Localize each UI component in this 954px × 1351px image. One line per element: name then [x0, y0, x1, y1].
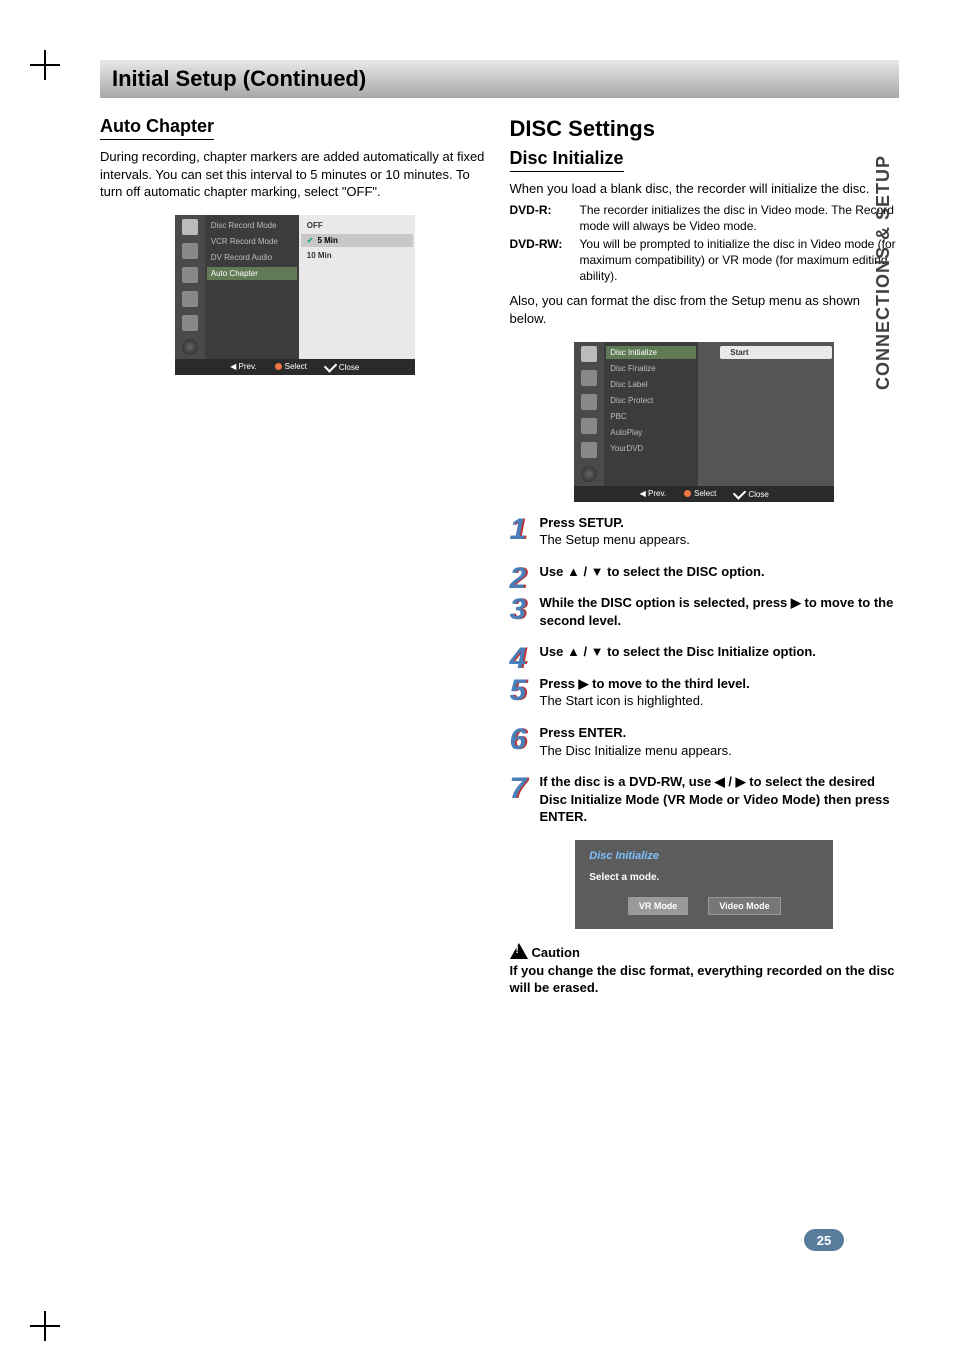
- step-5: Press ▶ to move to the third level.The S…: [510, 675, 900, 710]
- nav-icon-disc: [182, 339, 198, 355]
- check-icon: ✔: [307, 236, 314, 245]
- osd2-icon-column: [574, 342, 604, 486]
- step-3: While the DISC option is selected, press…: [510, 594, 900, 629]
- right-column: DISC Settings Disc Initialize When you l…: [510, 116, 900, 997]
- auto-chapter-heading: Auto Chapter: [100, 116, 214, 140]
- nav-icon-general: [182, 219, 198, 235]
- osd-auto-chapter: Disc Record Mode VCR Record Mode DV Reco…: [175, 215, 415, 375]
- section-title-bar: Initial Setup (Continued): [100, 60, 899, 98]
- nav-icon-record: [581, 442, 597, 458]
- osd2-label-1: Disc Finalize: [606, 362, 696, 375]
- osd1-label-1: VCR Record Mode: [207, 235, 297, 248]
- nav-icon-lock: [581, 418, 597, 434]
- nav-icon-audio: [182, 267, 198, 283]
- osd2-label-0-selected: Disc Initialize: [606, 346, 696, 359]
- dialog-btn-video-mode: Video Mode: [708, 897, 780, 915]
- dialog-title: Disc Initialize: [589, 850, 819, 862]
- auto-chapter-body: During recording, chapter markers are ad…: [100, 148, 490, 201]
- disc-initialize-heading: Disc Initialize: [510, 148, 624, 172]
- def-dvdrw-label: DVD-RW:: [510, 236, 580, 285]
- osd1-value-5min-selected: ✔5 Min: [301, 234, 413, 247]
- osd2-label-3: Disc Protect: [606, 394, 696, 407]
- osd2-label-5: AutoPlay: [606, 426, 696, 439]
- crop-mark-top-left: [30, 50, 60, 80]
- osd2-footer: Prev. Select Close: [574, 486, 834, 502]
- osd2-footer-select: Select: [684, 489, 716, 499]
- nav-icon-general: [581, 346, 597, 362]
- osd1-footer: Prev. Select Close: [175, 359, 415, 375]
- osd2-label-column: Disc Initialize Disc Finalize Disc Label…: [604, 342, 698, 486]
- osd2-footer-prev: Prev.: [640, 489, 666, 499]
- step-7: If the disc is a DVD-RW, use ◀ / ▶ to se…: [510, 773, 900, 826]
- osd2-label-6: YourDVD: [606, 442, 696, 455]
- dialog-message: Select a mode.: [589, 872, 819, 883]
- step-2: Use ▲ / ▼ to select the DISC option.: [510, 563, 900, 581]
- disc-type-definitions: DVD-R: The recorder initializes the disc…: [510, 202, 900, 285]
- osd1-footer-select: Select: [275, 362, 307, 372]
- osd1-value-10min: 10 Min: [301, 249, 413, 262]
- nav-icon-language: [581, 370, 597, 386]
- dialog-btn-vr-mode: VR Mode: [628, 897, 689, 915]
- def-dvdr-text: The recorder initializes the disc in Vid…: [580, 202, 900, 234]
- steps-list: Press SETUP.The Setup menu appears. Use …: [510, 514, 900, 826]
- nav-icon-disc: [581, 466, 597, 482]
- caution-body: If you change the disc format, everythin…: [510, 962, 900, 997]
- side-tab: CONNECTIONS & SETUP: [873, 155, 894, 390]
- osd1-footer-close: Close: [325, 362, 359, 372]
- nav-icon-record: [182, 315, 198, 331]
- osd2-footer-close: Close: [734, 489, 768, 499]
- osd1-value-column: OFF ✔5 Min 10 Min: [299, 215, 415, 359]
- disc-initialize-intro: When you load a blank disc, the recorder…: [510, 180, 900, 198]
- osd1-label-column: Disc Record Mode VCR Record Mode DV Reco…: [205, 215, 299, 359]
- osd2-label-2: Disc Label: [606, 378, 696, 391]
- def-dvdrw-text: You will be prompted to initialize the d…: [580, 236, 900, 285]
- step-4: Use ▲ / ▼ to select the Disc Initialize …: [510, 643, 900, 661]
- caution-heading: Caution: [510, 943, 900, 960]
- nav-icon-lock: [182, 291, 198, 307]
- left-column: Auto Chapter During recording, chapter m…: [100, 116, 490, 997]
- osd2-start-button: Start: [720, 346, 832, 359]
- disc-initialize-dialog: Disc Initialize Select a mode. VR Mode V…: [575, 840, 833, 929]
- osd1-footer-prev: Prev.: [230, 362, 256, 372]
- crop-mark-bottom-left: [30, 1311, 60, 1341]
- osd2-value-column: Start: [698, 342, 834, 486]
- warning-icon: [510, 943, 528, 959]
- after-defs-text: Also, you can format the disc from the S…: [510, 292, 900, 327]
- osd1-label-0: Disc Record Mode: [207, 219, 297, 232]
- osd2-label-4: PBC: [606, 410, 696, 423]
- step-1: Press SETUP.The Setup menu appears.: [510, 514, 900, 549]
- page-number: 25: [804, 1229, 844, 1251]
- nav-icon-language: [182, 243, 198, 259]
- osd1-label-3-selected: Auto Chapter: [207, 267, 297, 280]
- disc-settings-heading: DISC Settings: [510, 116, 900, 142]
- step-6: Press ENTER.The Disc Initialize menu app…: [510, 724, 900, 759]
- osd1-value-off: OFF: [301, 219, 413, 232]
- osd1-icon-column: [175, 215, 205, 359]
- osd-disc-initialize: Disc Initialize Disc Finalize Disc Label…: [574, 342, 834, 502]
- osd1-label-2: DV Record Audio: [207, 251, 297, 264]
- def-dvdr-label: DVD-R:: [510, 202, 580, 234]
- nav-icon-audio: [581, 394, 597, 410]
